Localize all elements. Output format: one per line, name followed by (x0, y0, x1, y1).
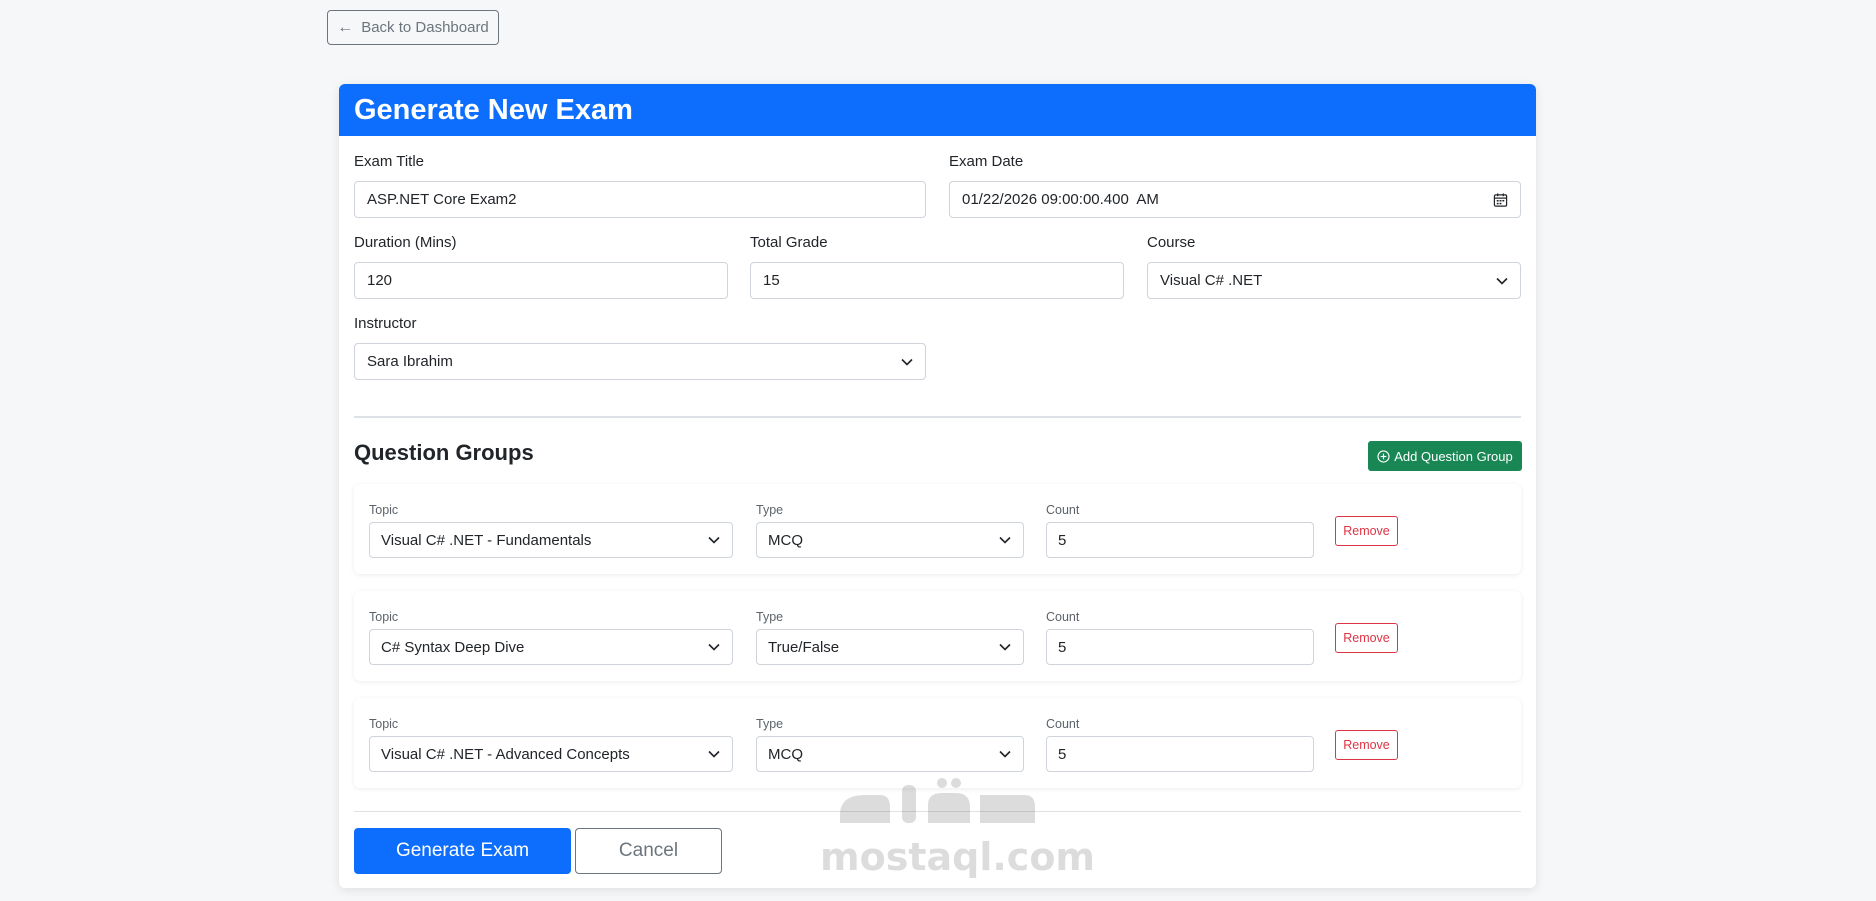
remove-label: Remove (1343, 631, 1390, 645)
count-label: Count (1046, 610, 1080, 624)
question-groups-title: Question Groups (354, 440, 534, 465)
total-grade-label: Total Grade (750, 234, 828, 251)
back-to-dashboard-label: Back to Dashboard (361, 19, 489, 36)
question-group-card: Topic Visual C# .NET - Advanced Concepts… (354, 698, 1521, 788)
instructor-select[interactable]: Sara Ibrahim (354, 343, 926, 380)
exam-date-label: Exam Date (949, 153, 1024, 170)
topic-label: Topic (369, 503, 399, 517)
generate-exam-button[interactable]: Generate Exam (354, 828, 571, 874)
instructor-value: Sara Ibrahim (367, 353, 453, 370)
cancel-label: Cancel (618, 840, 679, 861)
topic-select[interactable]: Visual C# .NET - Fundamentals (369, 522, 733, 558)
total-grade-input[interactable]: 15 (750, 262, 1124, 299)
type-label: Type (756, 717, 784, 731)
chevron-down-icon (708, 643, 720, 651)
duration-value: 120 (367, 272, 393, 289)
duration-label: Duration (Mins) (354, 234, 457, 251)
count-value: 5 (1058, 745, 1067, 763)
duration-input[interactable]: 120 (354, 262, 728, 299)
count-input[interactable]: 5 (1046, 736, 1314, 772)
count-value: 5 (1058, 531, 1067, 549)
count-input[interactable]: 5 (1046, 522, 1314, 558)
actions-divider (354, 811, 1521, 812)
chevron-down-icon (999, 643, 1011, 651)
exam-title-input[interactable]: ASP.NET Core Exam2 (354, 181, 926, 218)
type-select[interactable]: MCQ (756, 522, 1024, 558)
topic-select[interactable]: C# Syntax Deep Dive (369, 629, 733, 665)
add-question-group-button[interactable]: Add Question Group (1368, 441, 1522, 471)
remove-group-button[interactable]: Remove (1335, 730, 1398, 760)
cancel-button[interactable]: Cancel (575, 828, 722, 874)
type-select[interactable]: MCQ (756, 736, 1024, 772)
instructor-label: Instructor (354, 315, 417, 332)
exam-title-value: ASP.NET Core Exam2 (367, 191, 517, 208)
section-divider (354, 416, 1521, 418)
topic-value: Visual C# .NET - Advanced Concepts (381, 745, 630, 763)
exam-date-input[interactable]: 01/22/2026 09:00:00.400 AM (949, 181, 1521, 218)
type-label: Type (756, 503, 784, 517)
chevron-down-icon (999, 536, 1011, 544)
exam-form-card: Generate New Exam Exam Title ASP.NET Cor… (339, 84, 1536, 888)
course-select[interactable]: Visual C# .NET (1147, 262, 1521, 299)
question-group-card: Topic C# Syntax Deep Dive Type True/Fals… (354, 591, 1521, 681)
type-label: Type (756, 610, 784, 624)
card-header: Generate New Exam (339, 84, 1536, 136)
remove-group-button[interactable]: Remove (1335, 623, 1398, 653)
remove-group-button[interactable]: Remove (1335, 516, 1398, 546)
chevron-down-icon (708, 536, 720, 544)
topic-select[interactable]: Visual C# .NET - Advanced Concepts (369, 736, 733, 772)
type-value: MCQ (768, 531, 803, 549)
chevron-down-icon (708, 750, 720, 758)
course-label: Course (1147, 234, 1196, 251)
count-label: Count (1046, 503, 1080, 517)
count-input[interactable]: 5 (1046, 629, 1314, 665)
remove-label: Remove (1343, 738, 1390, 752)
remove-label: Remove (1343, 524, 1390, 538)
exam-date-value: 01/22/2026 09:00:00.400 AM (962, 191, 1159, 208)
add-question-group-label: Add Question Group (1394, 448, 1513, 464)
generate-exam-label: Generate Exam (395, 840, 530, 861)
count-label: Count (1046, 717, 1080, 731)
back-to-dashboard-button[interactable]: ← Back to Dashboard (327, 10, 499, 45)
plus-circle-icon (1377, 449, 1390, 463)
type-select[interactable]: True/False (756, 629, 1024, 665)
topic-value: C# Syntax Deep Dive (381, 638, 525, 656)
page-title: Generate New Exam (354, 93, 633, 126)
question-group-card: Topic Visual C# .NET - Fundamentals Type… (354, 484, 1521, 574)
topic-value: Visual C# .NET - Fundamentals (381, 531, 592, 549)
chevron-down-icon (1496, 277, 1508, 285)
type-value: MCQ (768, 745, 803, 763)
chevron-down-icon (901, 358, 913, 366)
total-grade-value: 15 (763, 272, 780, 289)
chevron-down-icon (999, 750, 1011, 758)
course-value: Visual C# .NET (1160, 272, 1263, 289)
type-value: True/False (768, 638, 840, 656)
topic-label: Topic (369, 717, 399, 731)
count-value: 5 (1058, 638, 1067, 656)
arrow-left-icon: ← (337, 18, 354, 36)
topic-label: Topic (369, 610, 399, 624)
exam-title-label: Exam Title (354, 153, 425, 170)
calendar-icon[interactable] (1493, 192, 1508, 207)
